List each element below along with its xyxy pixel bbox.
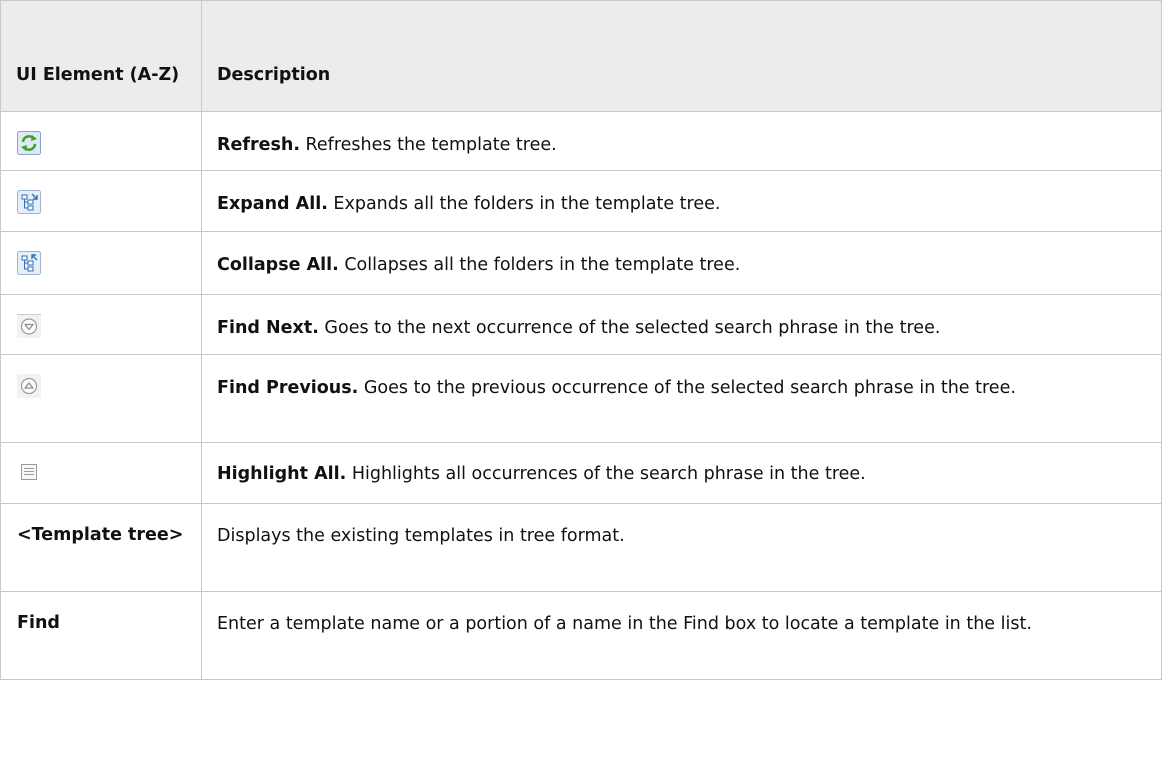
term-label: Find Previous. <box>217 378 359 398</box>
table-row: Refresh. Refreshes the template tree. <box>0 111 1162 171</box>
table-row: Find Next. Goes to the next occurrence o… <box>0 294 1162 355</box>
ui-element-cell: Find <box>0 591 202 680</box>
description-cell: Expand All. Expands all the folders in t… <box>201 170 1162 232</box>
description-text: Refreshes the template tree. <box>299 135 557 155</box>
find-element-label: Find <box>17 613 60 633</box>
term-label: Find Next. <box>217 318 319 338</box>
ui-element-cell <box>0 354 202 443</box>
collapse-all-icon <box>17 251 41 275</box>
description-text: Highlights all occurrences of the search… <box>346 464 866 484</box>
description-text: Collapses all the folders in the templat… <box>338 255 741 275</box>
refresh-icon <box>17 131 41 155</box>
description-cell: Find Previous. Goes to the previous occu… <box>201 354 1162 443</box>
header-ui-element: UI Element (A-Z) <box>0 0 202 112</box>
find-next-icon <box>17 314 41 338</box>
header-description: Description <box>201 0 1162 112</box>
description-text: Enter a template name or a portion of a … <box>217 614 1032 634</box>
find-previous-icon <box>17 374 41 398</box>
description-text: Goes to the next occurrence of the selec… <box>318 318 941 338</box>
description-cell: Displays the existing templates in tree … <box>201 503 1162 592</box>
description-cell: Highlight All. Highlights all occurrence… <box>201 442 1162 504</box>
ui-element-cell <box>0 231 202 295</box>
term-label: Refresh. <box>217 135 300 155</box>
table-header-row: UI Element (A-Z) Description <box>0 0 1162 112</box>
description-text: Expands all the folders in the template … <box>327 194 721 214</box>
table-row: Find Enter a template name or a portion … <box>0 591 1162 680</box>
ui-element-cell <box>0 442 202 504</box>
description-cell: Enter a template name or a portion of a … <box>201 591 1162 680</box>
table-row: Find Previous. Goes to the previous occu… <box>0 354 1162 443</box>
ui-element-cell <box>0 111 202 171</box>
header-ui-element-label: UI Element (A-Z) <box>16 65 180 85</box>
description-text: Goes to the previous occurrence of the s… <box>358 378 1016 398</box>
highlight-all-icon <box>17 460 41 484</box>
header-description-label: Description <box>217 65 331 85</box>
ui-element-cell <box>0 294 202 355</box>
description-cell: Collapse All. Collapses all the folders … <box>201 231 1162 295</box>
term-label: Expand All. <box>217 194 328 214</box>
table-row: Collapse All. Collapses all the folders … <box>0 231 1162 295</box>
ui-elements-table: UI Element (A-Z) Description Refresh. Re… <box>0 0 1162 680</box>
description-text: Displays the existing templates in tree … <box>217 526 625 546</box>
ui-element-cell: <Template tree> <box>0 503 202 592</box>
expand-all-icon <box>17 190 41 214</box>
description-cell: Refresh. Refreshes the template tree. <box>201 111 1162 171</box>
template-tree-element-label: <Template tree> <box>17 525 184 545</box>
ui-element-cell <box>0 170 202 232</box>
term-label: Highlight All. <box>217 464 347 484</box>
term-label: Collapse All. <box>217 255 339 275</box>
table-row: <Template tree> Displays the existing te… <box>0 503 1162 592</box>
table-row: Highlight All. Highlights all occurrence… <box>0 442 1162 504</box>
description-cell: Find Next. Goes to the next occurrence o… <box>201 294 1162 355</box>
table-row: Expand All. Expands all the folders in t… <box>0 170 1162 232</box>
